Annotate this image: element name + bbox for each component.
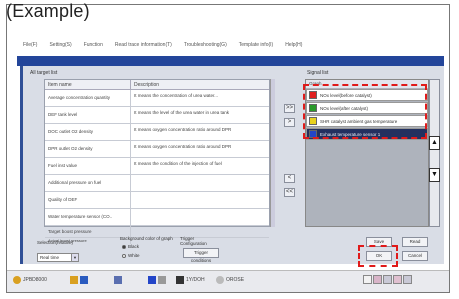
table-row[interactable]: Water temperature sensor (CO.. bbox=[45, 209, 269, 226]
item-description: It means the concentration of urea water… bbox=[134, 93, 219, 98]
selection-label: Selection(relative) bbox=[37, 240, 74, 245]
app-icon bbox=[13, 276, 21, 284]
clock-icon bbox=[216, 276, 224, 284]
taskbar-item[interactable]: 1Y/DOH bbox=[176, 276, 205, 284]
window-icon bbox=[114, 276, 122, 284]
tray-square-icon[interactable] bbox=[403, 275, 412, 284]
trigger-conditions-button[interactable]: Trigger conditions bbox=[183, 248, 219, 263]
item-description bbox=[131, 209, 269, 225]
example-caption: (Example) bbox=[6, 1, 90, 21]
item-name: Water temperature sensor (CO.. bbox=[45, 209, 131, 225]
menu-bar: File(F) Setting(S) Function Read trace i… bbox=[20, 40, 444, 50]
dialog-title-bar bbox=[17, 56, 444, 66]
menu-file[interactable]: File(F) bbox=[23, 42, 37, 48]
flag-icon bbox=[80, 276, 88, 284]
remove-button[interactable]: < bbox=[284, 174, 295, 183]
add-all-button[interactable]: >> bbox=[284, 104, 295, 113]
taskbar-label: OROSE bbox=[226, 277, 245, 283]
signal-list-title: Signal list bbox=[307, 70, 329, 76]
menu-template-info[interactable]: Template info(I) bbox=[239, 42, 273, 48]
taskbar-label: JPBD8000 bbox=[23, 277, 47, 283]
table-row[interactable]: DOC outlet O2 density It means oxygen con… bbox=[45, 124, 269, 141]
radio-black[interactable]: Black bbox=[122, 244, 139, 249]
selection-dropdown[interactable]: Real time ▼ bbox=[37, 253, 79, 262]
item-name: Average concentration quantity bbox=[45, 90, 131, 106]
menu-read-trace[interactable]: Read trace information(T) bbox=[115, 42, 172, 48]
all-target-list-title: All target list bbox=[30, 70, 58, 76]
item-description bbox=[131, 192, 269, 208]
menu-help[interactable]: Help(H) bbox=[285, 42, 302, 48]
tray-square-icon[interactable] bbox=[363, 275, 372, 284]
folder-icon bbox=[70, 276, 78, 284]
all-target-list: Item name Description Average concentrat… bbox=[44, 79, 270, 244]
taskbar-item[interactable]: JPBD8000 bbox=[13, 276, 47, 284]
move-down-button[interactable]: ▼ bbox=[429, 168, 440, 182]
item-name: Quality of DEF bbox=[45, 192, 131, 208]
radio-indicator bbox=[122, 244, 126, 249]
table-row[interactable]: DPR outlet O2 density It means oxygen con… bbox=[45, 141, 269, 158]
item-description: It means oxygen concentration ratio arou… bbox=[134, 144, 232, 149]
list-header: Item name Description bbox=[45, 80, 269, 90]
trigger-sub-label: Configuration bbox=[180, 241, 207, 246]
add-button[interactable]: > bbox=[284, 118, 295, 127]
item-name: Fuel inst value bbox=[45, 158, 131, 174]
document-icon bbox=[148, 276, 156, 284]
chevron-down-icon: ▼ bbox=[71, 254, 78, 261]
tray-square-icon[interactable] bbox=[393, 275, 402, 284]
table-row[interactable]: Additional pressure on fuel bbox=[45, 175, 269, 192]
taskbar-item[interactable]: OROSE bbox=[216, 276, 244, 284]
left-list-scrollbar[interactable] bbox=[270, 79, 275, 227]
col-description: Description bbox=[134, 82, 160, 88]
radio-indicator bbox=[122, 253, 126, 258]
battery-icon bbox=[176, 276, 184, 284]
menu-troubleshooting[interactable]: Troubleshooting(G) bbox=[184, 42, 227, 48]
tray-square-icon[interactable] bbox=[383, 275, 392, 284]
tray-square-icon[interactable] bbox=[373, 275, 382, 284]
highlight-signal-list bbox=[303, 84, 427, 139]
signal-list-scrollbar[interactable] bbox=[429, 79, 440, 227]
radio-label: White bbox=[128, 253, 140, 258]
table-row[interactable]: DEF tank level It means the level of the … bbox=[45, 107, 269, 124]
radio-white[interactable]: White bbox=[122, 253, 140, 258]
table-row[interactable]: Average concentration quantity It means t… bbox=[45, 90, 269, 107]
item-name: DPR outlet O2 density bbox=[45, 141, 131, 157]
selection-value: Real time bbox=[40, 255, 60, 260]
taskbar-item[interactable] bbox=[148, 276, 166, 284]
menu-function[interactable]: Function bbox=[84, 42, 103, 48]
move-up-button[interactable]: ▲ bbox=[429, 136, 440, 150]
item-name: Target boost pressure bbox=[45, 226, 131, 237]
network-icon bbox=[158, 276, 166, 284]
background-color-label: Background color of graph bbox=[120, 236, 173, 241]
item-description: It means the condition of the injection … bbox=[134, 161, 222, 166]
taskbar-item[interactable] bbox=[114, 276, 122, 284]
table-row[interactable]: Quality of DEF bbox=[45, 192, 269, 209]
taskbar-item[interactable] bbox=[70, 276, 88, 284]
item-description: It means the level of the urea water in … bbox=[134, 110, 230, 115]
radio-label: Black bbox=[128, 244, 140, 249]
item-description: It means oxygen concentration ratio arou… bbox=[134, 127, 232, 132]
item-name: DOC outlet O2 density bbox=[45, 124, 131, 140]
item-description bbox=[131, 175, 269, 191]
highlight-ok-button bbox=[358, 245, 398, 267]
read-button[interactable]: Read bbox=[402, 237, 428, 247]
col-item-name: Item name bbox=[45, 80, 131, 89]
item-name: DEF tank level bbox=[45, 107, 131, 123]
item-name: Additional pressure on fuel bbox=[45, 175, 131, 191]
table-row[interactable]: Fuel inst value It means the condition of… bbox=[45, 158, 269, 175]
menu-setting[interactable]: Setting(S) bbox=[49, 42, 71, 48]
taskbar-label: 1Y/DOH bbox=[186, 277, 205, 283]
cancel-button[interactable]: Cancel bbox=[402, 251, 428, 261]
remove-all-button[interactable]: << bbox=[284, 188, 295, 197]
